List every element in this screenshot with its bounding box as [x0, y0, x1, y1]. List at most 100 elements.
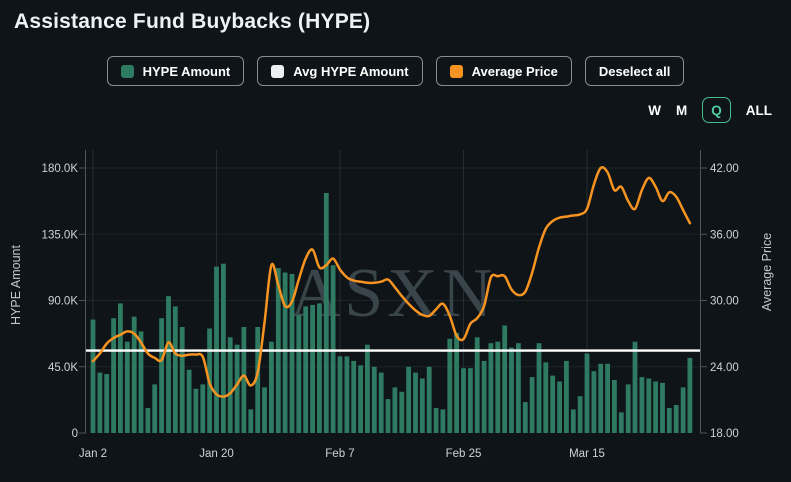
hype-bar[interactable]	[530, 377, 535, 433]
hype-bar[interactable]	[386, 399, 391, 433]
hype-bar[interactable]	[283, 273, 288, 434]
hype-bar[interactable]	[495, 342, 500, 433]
hype-bar[interactable]	[674, 405, 679, 433]
hype-bar[interactable]	[159, 318, 164, 433]
hype-bar[interactable]	[550, 376, 555, 433]
hype-bar[interactable]	[537, 343, 542, 433]
hype-bar[interactable]	[688, 358, 693, 433]
hype-bar[interactable]	[489, 343, 494, 433]
legend-label: HYPE Amount	[143, 64, 231, 79]
range-option-q[interactable]: Q	[702, 97, 731, 123]
hype-bar[interactable]	[372, 367, 377, 433]
hype-bar[interactable]	[592, 371, 597, 433]
hype-bar[interactable]	[468, 368, 473, 433]
hype-bar[interactable]	[111, 318, 116, 433]
hype-bar[interactable]	[447, 339, 452, 433]
hype-bar[interactable]	[248, 409, 253, 433]
hype-bar[interactable]	[351, 361, 356, 433]
hype-bar[interactable]	[200, 384, 205, 433]
hype-bar[interactable]	[262, 387, 267, 433]
hype-bar[interactable]	[406, 367, 411, 433]
hype-bar[interactable]	[605, 364, 610, 433]
hype-bar[interactable]	[173, 306, 178, 433]
hype-bar[interactable]	[317, 303, 322, 433]
hype-bar[interactable]	[303, 306, 308, 433]
hype-bar[interactable]	[441, 409, 446, 433]
left-axis-tick-label: 180.0K	[42, 163, 79, 175]
hype-bar[interactable]	[681, 387, 686, 433]
hype-bar[interactable]	[180, 327, 185, 433]
hype-bar[interactable]	[646, 379, 651, 434]
hype-bar[interactable]	[578, 396, 583, 433]
legend-button-hype-amount[interactable]: HYPE Amount	[107, 56, 245, 86]
page-title: Assistance Fund Buybacks (HYPE)	[14, 10, 370, 34]
hype-bar[interactable]	[598, 364, 603, 433]
hype-bar[interactable]	[296, 315, 301, 433]
hype-bar[interactable]	[502, 326, 507, 434]
hype-bar[interactable]	[585, 354, 590, 434]
hype-bar[interactable]	[104, 374, 109, 433]
x-axis-tick-label: Mar 15	[569, 448, 605, 460]
hype-bar[interactable]	[557, 382, 562, 434]
hype-bar[interactable]	[338, 356, 343, 433]
hype-bar[interactable]	[187, 370, 192, 433]
hype-bar[interactable]	[399, 392, 404, 433]
left-axis-tick-label: 90.0K	[48, 296, 78, 308]
hype-bar[interactable]	[221, 264, 226, 433]
buybacks-chart-app: ASXN045.0K90.0K135.0K180.0K18.0024.0030.…	[0, 0, 791, 482]
hype-bar[interactable]	[571, 409, 576, 433]
hype-bar[interactable]	[612, 380, 617, 433]
hype-bar[interactable]	[420, 379, 425, 434]
right-axis-tick-label: 36.00	[710, 229, 739, 241]
hype-bar[interactable]	[434, 408, 439, 433]
hype-bar[interactable]	[379, 373, 384, 433]
range-selector: WMQ ALL	[648, 97, 772, 123]
x-axis-tick-label: Jan 20	[199, 448, 234, 460]
x-axis-tick-label: Feb 7	[325, 448, 354, 460]
hype-bar[interactable]	[324, 193, 329, 433]
hype-bar[interactable]	[640, 377, 645, 433]
hype-bar[interactable]	[166, 296, 171, 433]
hype-bar[interactable]	[564, 361, 569, 433]
hype-bar[interactable]	[516, 343, 521, 433]
hype-bar[interactable]	[358, 365, 363, 433]
hype-bar[interactable]	[461, 368, 466, 433]
legend-button-avg-hype-amount[interactable]: Avg HYPE Amount	[257, 56, 422, 86]
hype-bar[interactable]	[242, 327, 247, 433]
hype-bar[interactable]	[626, 384, 631, 433]
hype-bar[interactable]	[543, 362, 548, 433]
legend-button-average-price[interactable]: Average Price	[436, 56, 572, 86]
hype-bar[interactable]	[393, 387, 398, 433]
legend-button-deselect-all[interactable]: Deselect all	[585, 56, 685, 86]
hype-bar[interactable]	[653, 382, 658, 434]
hype-bar[interactable]	[345, 356, 350, 433]
hype-bar[interactable]	[427, 367, 432, 433]
range-option-w[interactable]: W	[648, 103, 661, 118]
legend-label: Average Price	[472, 64, 558, 79]
range-option-all[interactable]: ALL	[746, 103, 772, 118]
hype-bar[interactable]	[509, 348, 514, 433]
hype-bar[interactable]	[152, 384, 157, 433]
hype-bar[interactable]	[98, 373, 103, 433]
hype-bar[interactable]	[619, 412, 624, 433]
hype-bar[interactable]	[667, 408, 672, 433]
hype-bar[interactable]	[365, 345, 370, 433]
hype-bar[interactable]	[633, 342, 638, 433]
hype-bar[interactable]	[125, 342, 130, 433]
hype-bar[interactable]	[146, 408, 151, 433]
hype-bar[interactable]	[269, 342, 274, 433]
hype-bar[interactable]	[660, 383, 665, 433]
hype-bar[interactable]	[310, 305, 315, 433]
hype-bar[interactable]	[91, 320, 96, 433]
hype-bar[interactable]	[523, 402, 528, 433]
hype-bar[interactable]	[331, 265, 336, 433]
right-axis-tick-label: 18.00	[710, 428, 739, 440]
hype-bar[interactable]	[482, 361, 487, 433]
hype-bar[interactable]	[118, 303, 123, 433]
left-axis-tick-label: 0	[72, 428, 78, 440]
hype-bar[interactable]	[413, 373, 418, 433]
hype-bar[interactable]	[454, 333, 459, 433]
right-axis-tick-label: 42.00	[710, 163, 739, 175]
hype-bar[interactable]	[194, 389, 199, 433]
range-option-m[interactable]: M	[676, 103, 687, 118]
